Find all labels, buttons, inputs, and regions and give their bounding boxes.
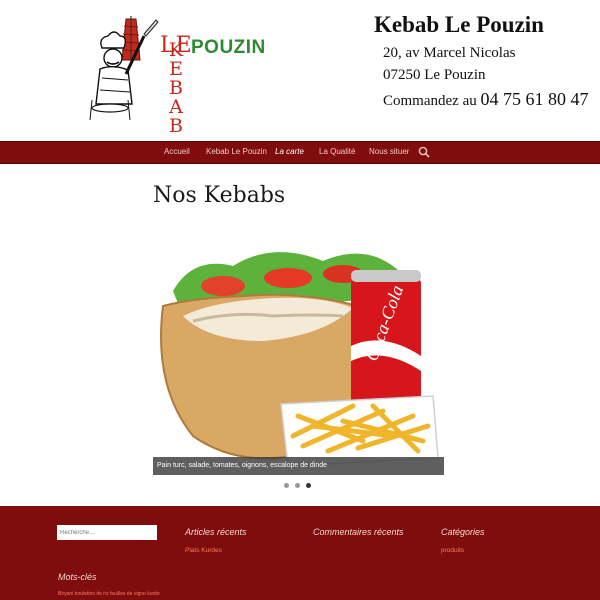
main-nav: Accueil Kebab Le Pouzin La carte La Qual… (0, 141, 600, 164)
logo-word-kebab: K K E B A B (166, 22, 186, 136)
widget-link-produits[interactable]: produits (441, 547, 464, 554)
phone-number[interactable]: 04 75 61 80 47 (480, 89, 588, 109)
logo-word-pouzin: POUZIN (191, 37, 266, 58)
footer-search-input[interactable] (57, 525, 157, 540)
order-line: Commandez au 04 75 61 80 47 (383, 89, 588, 110)
site-footer: Articles récents Plats Kurdes Commentair… (0, 506, 600, 600)
widget-link-plats-kurdes[interactable]: Plats Kurdes (185, 547, 222, 554)
nav-item-accueil[interactable]: Accueil (164, 147, 190, 156)
slide-caption: Pain turc, salade, tomates, oignons, esc… (153, 457, 444, 475)
widget-title-tags: Mots-clés (58, 572, 97, 582)
logo-letter: B (169, 115, 183, 137)
site-header: LE POUZIN K K E B A B Kebab Le Pouzin 20… (0, 0, 600, 141)
slider-dot[interactable] (295, 483, 300, 488)
widget-title-categories: Catégories (441, 527, 485, 537)
tag-cloud[interactable]: Biryani boulettes de riz feuilles de vig… (58, 591, 160, 597)
address-line-1: 20, av Marcel Nicolas (383, 45, 516, 61)
address-line-2: 07250 Le Pouzin (383, 67, 486, 83)
site-logo[interactable]: LE POUZIN K K E B A B (88, 14, 293, 136)
nav-item-la-qualite[interactable]: La Qualité (319, 147, 355, 156)
nav-item-nous-situer[interactable]: Nous situer (369, 147, 409, 156)
slider-dot[interactable] (284, 483, 289, 488)
image-slider[interactable]: Coca-Cola (153, 236, 444, 476)
slider-dot-active[interactable] (306, 483, 311, 488)
order-prefix: Commandez au (383, 93, 477, 109)
widget-title-articles: Articles récents (185, 527, 247, 537)
nav-item-kebab-le-pouzin[interactable]: Kebab Le Pouzin (206, 147, 267, 156)
site-title: Kebab Le Pouzin (374, 12, 544, 37)
page-title: Nos Kebabs (153, 183, 286, 208)
kebab-meal-image: Coca-Cola (160, 252, 439, 467)
kebab-chef-icon (89, 16, 159, 120)
search-icon[interactable] (418, 146, 430, 158)
nav-item-la-carte[interactable]: La carte (275, 147, 304, 156)
widget-title-comments: Commentaires récents (313, 527, 404, 537)
